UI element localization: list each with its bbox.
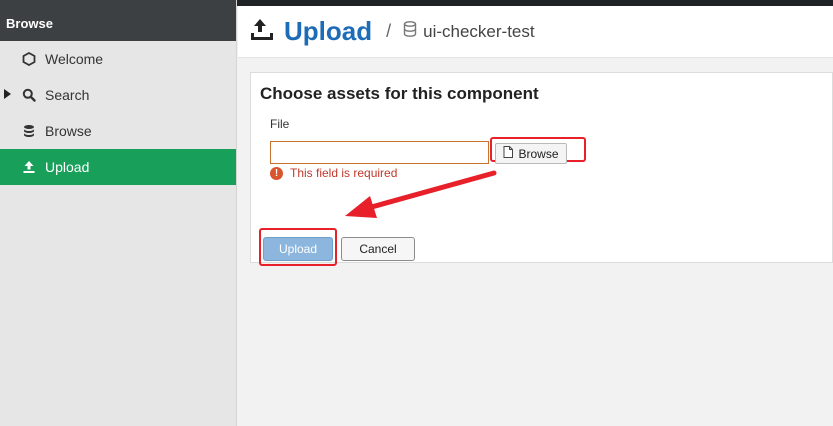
page-header: Upload / ui-checker-test <box>238 6 833 58</box>
expand-caret-icon[interactable] <box>4 89 11 99</box>
field-error: ! This field is required <box>270 166 397 180</box>
form-title: Choose assets for this component <box>260 84 539 103</box>
upload-icon <box>250 17 274 46</box>
error-icon: ! <box>270 166 283 180</box>
hexagon-icon <box>22 52 36 66</box>
sidebar-item-browse[interactable]: Browse <box>0 113 236 149</box>
browse-button[interactable]: Browse <box>495 143 567 164</box>
database-icon <box>403 21 417 42</box>
sidebar: Browse Welcome Search Browse Upload <box>0 0 237 426</box>
sidebar-item-label: Upload <box>45 159 90 175</box>
breadcrumb-separator: / <box>386 21 392 41</box>
sidebar-header: Browse <box>0 0 236 41</box>
sidebar-item-welcome[interactable]: Welcome <box>0 41 236 77</box>
upload-form-panel: Choose assets for this component File Br… <box>250 72 833 266</box>
sidebar-item-label: Welcome <box>45 51 104 67</box>
breadcrumb-repository[interactable]: ui-checker-test <box>423 22 534 42</box>
search-icon <box>22 88 36 102</box>
main-content: Upload / ui-checker-test Choose assets f… <box>238 6 833 426</box>
file-icon <box>503 146 514 161</box>
sidebar-item-search[interactable]: Search <box>0 77 236 113</box>
file-path-input[interactable] <box>270 141 489 164</box>
sidebar-item-label: Search <box>45 87 90 103</box>
cancel-button[interactable]: Cancel <box>341 237 415 261</box>
sidebar-item-upload[interactable]: Upload <box>0 149 236 185</box>
database-icon <box>22 124 36 138</box>
upload-icon <box>22 160 36 174</box>
upload-button[interactable]: Upload <box>263 237 333 261</box>
error-message: This field is required <box>290 166 398 180</box>
sidebar-item-label: Browse <box>45 123 92 139</box>
browse-button-label: Browse <box>518 146 559 161</box>
page-title: Upload <box>284 16 373 46</box>
file-field-label: File <box>270 117 290 131</box>
